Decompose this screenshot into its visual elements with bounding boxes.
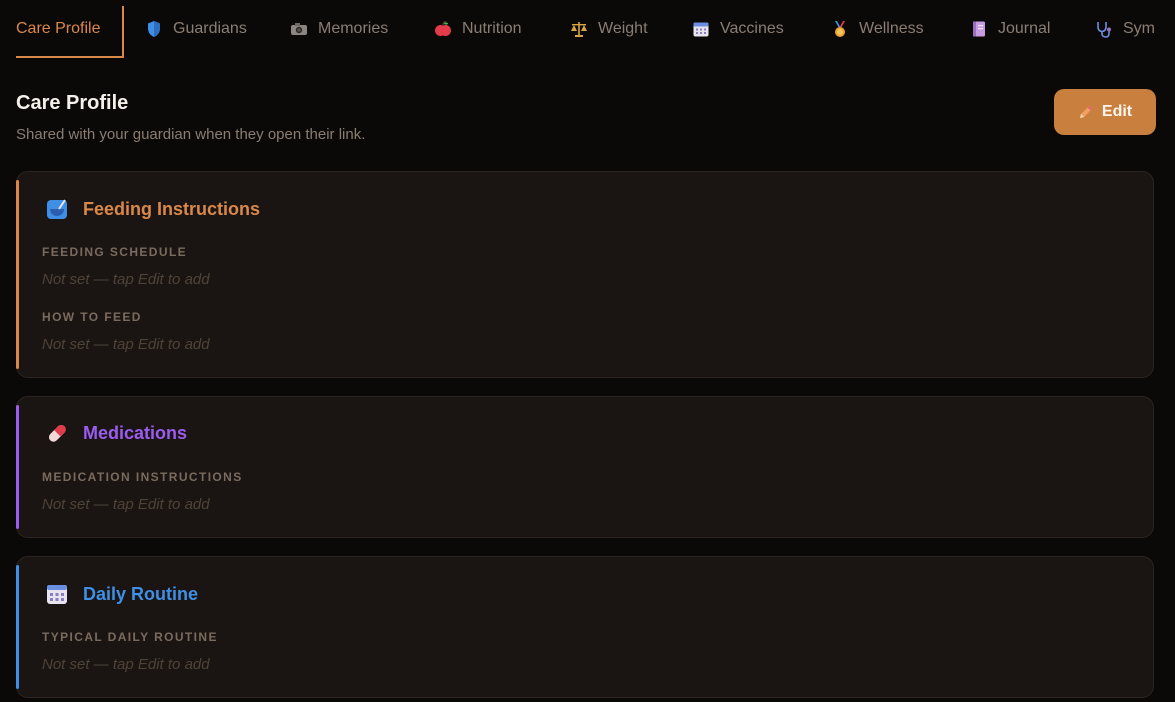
tab-vaccines[interactable]: Vaccines	[692, 0, 784, 58]
camera-icon	[290, 20, 308, 38]
field-value: Not set — tap Edit to add	[42, 496, 210, 513]
tab-care-profile[interactable]: Care Profile	[16, 0, 100, 58]
calendar-icon	[45, 582, 69, 606]
shield-icon	[145, 20, 163, 38]
bowl-icon	[45, 197, 69, 221]
scale-icon	[570, 20, 588, 38]
tab-divider	[122, 6, 124, 58]
tab-guardians[interactable]: Guardians	[145, 0, 247, 58]
field-label: MEDICATION INSTRUCTIONS	[42, 470, 243, 484]
field-value: Not set — tap Edit to add	[42, 271, 210, 288]
field-label: FEEDING SCHEDULE	[42, 245, 188, 259]
field-label: HOW TO FEED	[42, 310, 142, 324]
card-header: Medications	[45, 421, 187, 445]
tab-symptoms[interactable]: Sym	[1095, 0, 1155, 58]
field-value: Not set — tap Edit to add	[42, 656, 210, 673]
card-title: Feeding Instructions	[83, 198, 261, 219]
card-title: Daily Routine	[83, 583, 199, 604]
card-header: Daily Routine	[45, 582, 198, 606]
medications-card: Medications MEDICATION INSTRUCTIONS Not …	[16, 396, 1154, 538]
feeding-instructions-card: Feeding Instructions FEEDING SCHEDULE No…	[16, 171, 1154, 378]
tab-label: Vaccines	[720, 20, 784, 37]
medal-icon	[831, 20, 849, 38]
tab-label: Sym	[1123, 20, 1155, 37]
tab-label: Guardians	[173, 20, 247, 37]
tab-label: Nutrition	[462, 20, 522, 37]
tab-label: Memories	[318, 20, 389, 37]
notebook-icon	[970, 20, 988, 38]
page-subtitle: Shared with your guardian when they open…	[16, 126, 366, 143]
tab-label: Journal	[998, 20, 1051, 37]
tab-label: Wellness	[859, 20, 924, 37]
daily-routine-card: Daily Routine TYPICAL DAILY ROUTINE Not …	[16, 556, 1154, 698]
tab-wellness[interactable]: Wellness	[831, 0, 924, 58]
edit-button-label: Edit	[1101, 103, 1133, 120]
tab-label: Care Profile	[16, 20, 101, 37]
card-header: Feeding Instructions	[45, 197, 260, 221]
card-accent-bar	[16, 565, 19, 689]
apple-icon	[434, 20, 452, 38]
pill-icon	[45, 421, 69, 445]
field-value: Not set — tap Edit to add	[42, 336, 210, 353]
tab-bar: Care Profile Guardians Memories Nutritio…	[0, 0, 1175, 58]
tab-journal[interactable]: Journal	[970, 0, 1050, 58]
page-title: Care Profile	[16, 92, 129, 114]
stethoscope-icon	[1095, 20, 1113, 38]
card-title: Medications	[83, 422, 188, 443]
card-accent-bar	[16, 180, 19, 369]
edit-button[interactable]: Edit	[1054, 89, 1156, 135]
field-label: TYPICAL DAILY ROUTINE	[42, 630, 218, 644]
tab-memories[interactable]: Memories	[290, 0, 388, 58]
card-accent-bar	[16, 405, 19, 529]
tab-label: Weight	[598, 20, 648, 37]
pencil-icon	[1078, 104, 1094, 120]
tab-weight[interactable]: Weight	[570, 0, 648, 58]
calendar-icon	[692, 20, 710, 38]
tab-nutrition[interactable]: Nutrition	[434, 0, 522, 58]
